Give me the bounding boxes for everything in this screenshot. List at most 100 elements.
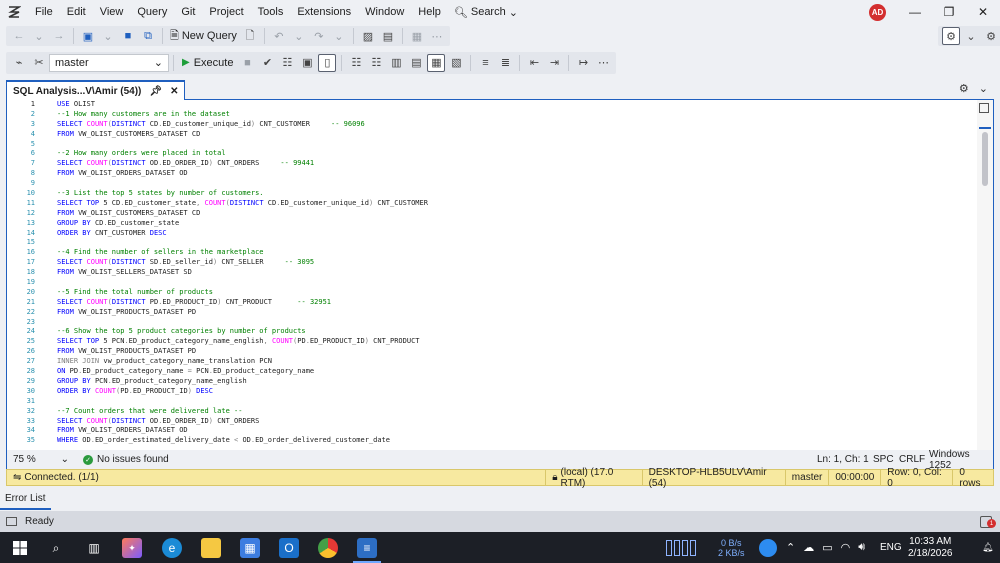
more-icon[interactable]: ⋯	[594, 54, 612, 72]
avatar[interactable]: AD	[869, 4, 886, 21]
save-icon[interactable]: ■	[119, 27, 137, 45]
chevron-down-icon[interactable]: ⌄	[962, 27, 980, 45]
chevron-down-icon[interactable]: ⌄	[30, 27, 48, 45]
code-line[interactable]: FROM VW_OLIST_SELLERS_DATASET SD	[57, 268, 977, 278]
increase-indent-icon[interactable]: ⇥	[545, 54, 563, 72]
cloud-icon[interactable]: ☁	[803, 541, 814, 554]
task-view-icon[interactable]: ▥	[84, 538, 104, 558]
menu-item-query[interactable]: Query	[130, 0, 174, 24]
intellisense-icon[interactable]: ▯	[318, 53, 337, 72]
code-line[interactable]	[57, 238, 977, 248]
issues-indicator[interactable]: ✓ No issues found	[83, 454, 169, 465]
menu-item-project[interactable]: Project	[202, 0, 250, 24]
spacing-mode[interactable]: SPC	[873, 454, 894, 465]
tab-error-list[interactable]: Error List	[0, 490, 51, 510]
chevron-down-icon[interactable]: ⌄	[99, 27, 117, 45]
chevron-down-icon[interactable]: ⌄	[330, 27, 348, 45]
undo-icon[interactable]: ↶	[270, 27, 288, 45]
code-line[interactable]: WHERE OD.ED_order_estimated_delivery_dat…	[57, 436, 977, 446]
code-line[interactable]: --5 Find the total number of products	[57, 288, 977, 298]
code-line[interactable]: --1 How many customers are in the datase…	[57, 110, 977, 120]
new-project-icon[interactable]: ▣	[79, 27, 97, 45]
search-icon[interactable]: ⌕	[46, 538, 66, 558]
file-explorer-icon[interactable]	[201, 538, 221, 558]
maximize-button[interactable]: ❐	[932, 0, 966, 24]
code-line[interactable]: ORDER BY CNT_CUSTOMER DESC	[57, 229, 977, 239]
more-icon[interactable]: ⋯	[428, 27, 446, 45]
execute-button[interactable]: ▶ Execute	[178, 57, 237, 69]
close-tab-icon[interactable]: ✕	[170, 86, 178, 97]
code-line[interactable]: GROUP BY PCN.ED_product_category_name_en…	[57, 377, 977, 387]
stop-icon[interactable]: ■	[238, 54, 256, 72]
results-to-grid-icon[interactable]: ▦	[427, 53, 446, 72]
split-editor-icon[interactable]	[979, 103, 989, 113]
edge-browser-icon[interactable]: e	[162, 538, 182, 558]
code-line[interactable]: --6 Show the top 5 product categories by…	[57, 327, 977, 337]
uncomment-icon[interactable]: ≣	[496, 54, 514, 72]
close-button[interactable]: ✕	[966, 0, 1000, 24]
cursor-position[interactable]: Ln: 1, Ch: 1	[817, 454, 869, 465]
code-line[interactable]: FROM VW_OLIST_CUSTOMERS_DATASET CD	[57, 130, 977, 140]
chevron-up-icon[interactable]: ⌃	[786, 541, 795, 554]
code-line[interactable]: GROUP BY CD.ED_customer_state	[57, 219, 977, 229]
change-connection-icon[interactable]: ✂	[30, 54, 48, 72]
database-select[interactable]: master ⌄	[49, 53, 169, 72]
comment-out-icon[interactable]: ≡	[476, 54, 494, 72]
code-line[interactable]	[57, 179, 977, 189]
menu-item-window[interactable]: Window	[358, 0, 411, 24]
activity-monitor-icon[interactable]: ▨	[359, 27, 377, 45]
clock[interactable]: 10:33 AM 2/18/2026	[908, 532, 953, 563]
language-indicator[interactable]: ENG	[880, 532, 902, 563]
menu-item-extensions[interactable]: Extensions	[290, 0, 358, 24]
windows-start-icon[interactable]	[10, 538, 30, 558]
code-line[interactable]: ON PD.ED_product_category_name = PCN.ED_…	[57, 367, 977, 377]
save-all-icon[interactable]: ⧉	[139, 27, 157, 45]
scrollbar-thumb[interactable]	[982, 132, 988, 186]
code-line[interactable]: SELECT COUNT(DISTINCT OD.ED_ORDER_ID) CN…	[57, 159, 977, 169]
client-statistics-icon[interactable]: ▥	[387, 54, 405, 72]
back-icon[interactable]: ←	[10, 27, 28, 45]
code-line[interactable]: FROM VW_OLIST_PRODUCTS_DATASET PD	[57, 347, 977, 357]
code-line[interactable]: FROM VW_OLIST_PRODUCTS_DATASET PD	[57, 308, 977, 318]
sql-editor[interactable]: 1 2 3 4 5 6 7 8 9 10 11 12 13 14 15 16 17 18 19 20 21 22 23 24 2…	[6, 100, 994, 450]
chrome-icon[interactable]	[318, 538, 338, 558]
include-plan-icon[interactable]: ☷	[347, 54, 365, 72]
notifications-icon[interactable]: 🔔︎	[982, 532, 993, 563]
code-area[interactable]: USE OLIST --1 How many customers are in t…	[57, 100, 977, 446]
display-icon[interactable]: ▭	[822, 541, 832, 554]
code-line[interactable]: SELECT COUNT(DISTINCT CD.ED_customer_uni…	[57, 120, 977, 130]
microsoft-store-icon[interactable]: ▦	[240, 538, 260, 558]
chevron-down-icon[interactable]: ⌄	[290, 27, 308, 45]
search-menu[interactable]: 🔍︎ Search ⌄	[448, 6, 524, 19]
code-line[interactable]: FROM VW_OLIST_ORDERS_DATASET OD	[57, 426, 977, 436]
copilot-icon[interactable]: ⚙	[942, 27, 960, 45]
parse-check-icon[interactable]: ✔	[258, 54, 276, 72]
volume-icon[interactable]: 🔊︎	[858, 541, 865, 554]
settings-icon[interactable]: ⚙	[982, 27, 1000, 45]
connect-icon[interactable]: ⌁	[10, 54, 28, 72]
decrease-indent-icon[interactable]: ⇤	[525, 54, 543, 72]
toolbox-icon[interactable]: ▦	[408, 27, 426, 45]
split-handle[interactable]	[979, 127, 991, 129]
code-line[interactable]	[57, 397, 977, 407]
specify-values-icon[interactable]: ↦	[574, 54, 592, 72]
code-line[interactable]: --7 Count orders that were delivered lat…	[57, 407, 977, 417]
code-line[interactable]: FROM VW_OLIST_CUSTOMERS_DATASET CD	[57, 209, 977, 219]
copilot-app-icon[interactable]: ✦	[122, 538, 142, 558]
code-line[interactable]: ORDER BY COUNT(PD.ED_PRODUCT_ID) DESC	[57, 387, 977, 397]
minimize-button[interactable]: —	[898, 0, 932, 24]
redo-icon[interactable]: ↷	[310, 27, 328, 45]
live-statistics-icon[interactable]: ☷	[367, 54, 385, 72]
code-line[interactable]: --2 How many orders were placed in total	[57, 149, 977, 159]
query-options-icon[interactable]: ▣	[298, 54, 316, 72]
menu-item-edit[interactable]: Edit	[60, 0, 93, 24]
menu-item-view[interactable]: View	[93, 0, 131, 24]
outlook-icon[interactable]: O	[279, 538, 299, 558]
code-line[interactable]: FROM VW_OLIST_ORDERS_DATASET OD	[57, 169, 977, 179]
tray-widget[interactable]	[666, 532, 696, 563]
code-line[interactable]	[57, 140, 977, 150]
code-line[interactable]	[57, 278, 977, 288]
menu-item-file[interactable]: File	[28, 0, 60, 24]
tab-sql-analysis[interactable]: SQL Analysis...V\Amir (54)) 📌︎ ✕	[6, 80, 186, 100]
code-line[interactable]: INNER JOIN vw_product_category_name_tran…	[57, 357, 977, 367]
